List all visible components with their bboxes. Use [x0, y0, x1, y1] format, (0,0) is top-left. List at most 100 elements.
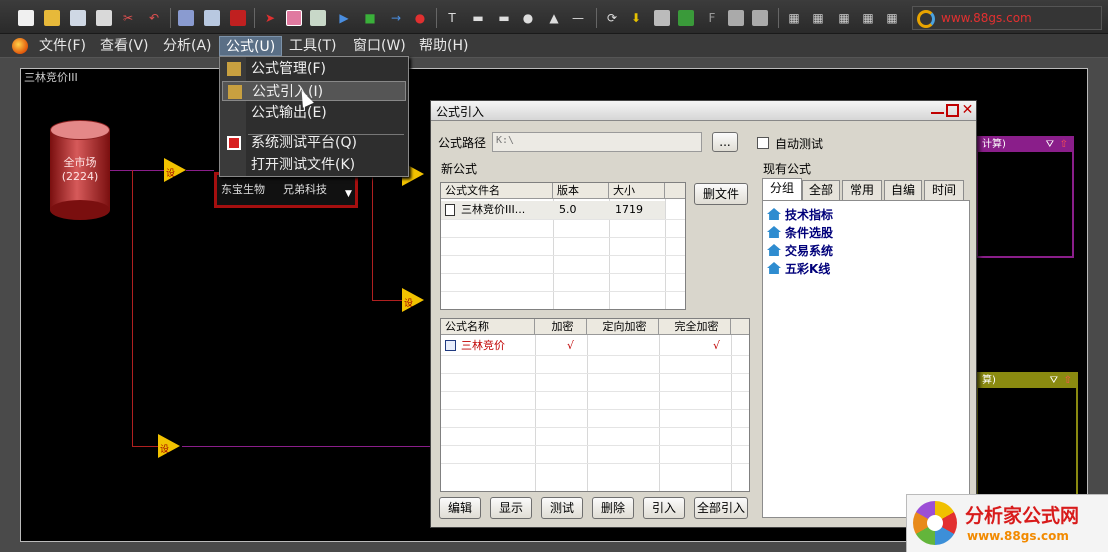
- rotate-icon[interactable]: ⟳: [604, 10, 620, 26]
- menu-item-formula-export[interactable]: 公式输出(E): [222, 103, 406, 123]
- delete-file-button[interactable]: 删文件: [694, 183, 748, 205]
- path-input[interactable]: K:\: [492, 132, 702, 152]
- panel-icon[interactable]: [654, 10, 670, 26]
- list-icon[interactable]: [310, 10, 326, 26]
- column-header[interactable]: 大小: [609, 183, 665, 199]
- table-icon[interactable]: [678, 10, 694, 26]
- ellipse-tool-icon[interactable]: ●: [520, 10, 536, 26]
- align-center-icon[interactable]: ▦: [810, 10, 826, 26]
- stock-item: 兄弟科技: [283, 183, 327, 196]
- result-panel-top[interactable]: 计算) ⛛ ⇧: [976, 136, 1074, 258]
- tree-item[interactable]: 交易系统: [767, 242, 833, 260]
- formula-file-table[interactable]: 公式文件名 版本 大小 三林竞价III... 5.0 1719: [440, 182, 686, 310]
- menu-item-open-test-file[interactable]: 打开测试文件(K): [222, 155, 406, 175]
- menu-view[interactable]: 查看(V): [94, 36, 155, 56]
- auto-test-checkbox[interactable]: [757, 137, 769, 149]
- font-icon[interactable]: F: [704, 10, 720, 26]
- undo-icon[interactable]: ↶: [146, 10, 162, 26]
- chart-icon[interactable]: [204, 10, 220, 26]
- rounded-rect-tool-icon[interactable]: ▬: [496, 10, 512, 26]
- connector: [372, 176, 373, 300]
- minimize-icon[interactable]: [931, 104, 944, 114]
- menu-item-formula-import[interactable]: 公式引入(I): [222, 81, 406, 101]
- edit-button[interactable]: 编辑: [439, 497, 481, 519]
- test-button[interactable]: 测试: [541, 497, 583, 519]
- menu-tools[interactable]: 工具(T): [283, 36, 342, 56]
- new-file-icon[interactable]: [18, 10, 34, 26]
- scroll-down-icon[interactable]: ▼: [345, 189, 352, 199]
- tree-item[interactable]: 五彩K线: [767, 260, 830, 278]
- pointer-icon[interactable]: ➤: [262, 10, 278, 26]
- brand-watermark: 分析家公式网 www.88gs.com: [906, 494, 1108, 552]
- maximize-icon[interactable]: [946, 104, 959, 117]
- badge-icon[interactable]: ●: [412, 10, 428, 26]
- text-tool-icon[interactable]: T: [444, 10, 460, 26]
- menu-window[interactable]: 窗口(W): [347, 36, 412, 56]
- open-folder-icon[interactable]: [44, 10, 60, 26]
- window-icon[interactable]: [728, 10, 744, 26]
- connector: [182, 446, 434, 447]
- tab-time[interactable]: 时间: [924, 180, 964, 200]
- test-platform-icon: [227, 136, 241, 150]
- align-bottom-icon[interactable]: ▦: [884, 10, 900, 26]
- tab-group[interactable]: 分组: [762, 178, 802, 200]
- column-header[interactable]: 加密: [535, 319, 587, 335]
- market-node-label: 全市场: [63, 156, 97, 169]
- delete-button[interactable]: 删除: [592, 497, 634, 519]
- align-top-icon[interactable]: ▦: [860, 10, 876, 26]
- import-all-button[interactable]: 全部引入: [694, 497, 748, 519]
- result-panel-mid-label: 算): [982, 375, 996, 386]
- download-icon[interactable]: ⬇: [628, 10, 644, 26]
- menu-help[interactable]: 帮助(H): [413, 36, 474, 56]
- brand-url: www.88gs.com: [967, 529, 1069, 543]
- column-header[interactable]: 完全加密: [659, 319, 731, 335]
- save-icon[interactable]: [70, 10, 86, 26]
- formula-import-icon: [228, 85, 242, 99]
- column-header[interactable]: 公式名称: [441, 319, 535, 335]
- windows-icon[interactable]: [752, 10, 768, 26]
- arrow-right-icon[interactable]: →: [388, 10, 404, 26]
- tab-all[interactable]: 全部: [802, 180, 840, 200]
- menu-item-formula-manage[interactable]: 公式管理(F): [222, 59, 406, 79]
- line-tool-icon[interactable]: —: [570, 10, 586, 26]
- menu-item-test-platform[interactable]: 系统测试平台(Q): [222, 133, 406, 153]
- menu-formula[interactable]: 公式(U): [219, 36, 283, 56]
- stock-result-box[interactable]: 东宝生物 兄弟科技 ▼: [214, 172, 358, 208]
- rectangle-tool-icon[interactable]: ▬: [470, 10, 486, 26]
- import-button[interactable]: 引入: [643, 497, 685, 519]
- menu-item-label: 公式管理(F): [251, 61, 326, 77]
- play-icon[interactable]: ▶: [336, 10, 352, 26]
- tree-item[interactable]: 技术指标: [767, 206, 833, 224]
- tab-custom[interactable]: 自编: [884, 180, 922, 200]
- file-name-cell: 三林竞价III...: [461, 203, 526, 216]
- align-left-icon[interactable]: ▦: [786, 10, 802, 26]
- tree-item[interactable]: 条件选股: [767, 224, 833, 242]
- browse-button[interactable]: ...: [712, 132, 738, 152]
- stop-icon[interactable]: [230, 10, 246, 26]
- grid-icon[interactable]: [178, 10, 194, 26]
- menu-analysis[interactable]: 分析(A): [157, 36, 218, 56]
- formula-table[interactable]: 公式名称 加密 定向加密 完全加密 三林竞价 √ √: [440, 318, 750, 492]
- encrypt-cell[interactable]: √: [567, 337, 574, 355]
- column-header[interactable]: 定向加密: [587, 319, 659, 335]
- column-header[interactable]: 版本: [553, 183, 609, 199]
- properties-icon[interactable]: [96, 10, 112, 26]
- tab-common[interactable]: 常用: [842, 180, 882, 200]
- show-button[interactable]: 显示: [490, 497, 532, 519]
- column-header[interactable]: 公式文件名: [441, 183, 553, 199]
- cut-icon[interactable]: ✂: [120, 10, 136, 26]
- formula-name-cell[interactable]: 三林竞价: [461, 337, 505, 355]
- database-icon[interactable]: [286, 10, 302, 26]
- triangle-tool-icon[interactable]: ▲: [546, 10, 562, 26]
- folder-home-icon: [767, 244, 781, 256]
- result-panel-top-label: 计算): [982, 139, 1006, 150]
- align-right-icon[interactable]: ▦: [836, 10, 852, 26]
- trash-icon[interactable]: ■: [362, 10, 378, 26]
- menu-file[interactable]: 文件(F): [33, 36, 92, 56]
- market-node[interactable]: 全市场 (2224): [50, 120, 110, 220]
- close-icon[interactable]: ✕: [961, 103, 974, 117]
- full-encrypt-cell[interactable]: √: [713, 337, 720, 355]
- up-arrow-icon: ⇧: [1059, 139, 1068, 150]
- formula-tree[interactable]: 技术指标 条件选股 交易系统 五彩K线: [762, 200, 970, 518]
- dialog-titlebar[interactable]: 公式引入 ✕: [431, 101, 976, 121]
